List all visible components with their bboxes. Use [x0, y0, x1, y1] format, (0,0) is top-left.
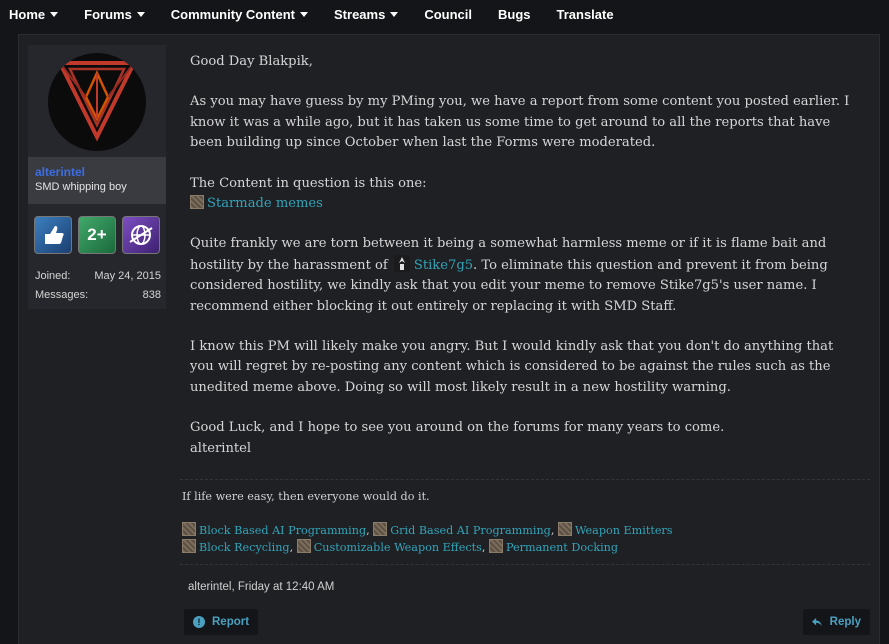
- top-nav: Home Forums Community Content Streams Co…: [0, 0, 889, 28]
- nav-translate[interactable]: Translate: [547, 7, 614, 22]
- signature-links: Block Based AI Programming, Grid Based A…: [182, 522, 842, 556]
- joined-row: Joined: May 24, 2015: [35, 270, 161, 282]
- user-title: SMD whipping boy: [35, 181, 127, 193]
- chevron-down-icon: [300, 12, 309, 17]
- signature-divider: [180, 479, 870, 480]
- content-link-line: Starmade memes: [190, 194, 850, 214]
- sig-link-grid-ai[interactable]: Grid Based AI Programming: [390, 524, 551, 537]
- username-link[interactable]: alterintel: [35, 165, 166, 179]
- reply-button[interactable]: Reply: [803, 609, 870, 635]
- thumbnail-icon: [296, 539, 311, 553]
- thumbnail-icon: [182, 522, 196, 536]
- nav-home[interactable]: Home: [0, 7, 59, 22]
- sig-link-block-recycling[interactable]: Block Recycling: [199, 541, 290, 554]
- sig-link-block-ai[interactable]: Block Based AI Programming: [199, 524, 366, 537]
- planet-trophy-icon[interactable]: [122, 216, 160, 254]
- content-link[interactable]: Starmade memes: [207, 196, 323, 211]
- thumbnail-icon: [190, 195, 204, 210]
- messages-row: Messages: 838: [35, 289, 161, 301]
- signature-links-line-1: Block Based AI Programming, Grid Based A…: [182, 522, 842, 539]
- sig-link-weapon-effects[interactable]: Customizable Weapon Effects: [314, 541, 482, 554]
- reply-icon: [812, 617, 822, 626]
- greeting: Good Day Blakpik,: [190, 54, 313, 69]
- nav-bugs[interactable]: Bugs: [488, 7, 531, 22]
- nav-streams[interactable]: Streams: [324, 7, 399, 22]
- nav-council[interactable]: Council: [414, 7, 472, 22]
- sig-link-permanent-docking[interactable]: Permanent Docking: [506, 541, 618, 554]
- thumbnail-icon: [182, 539, 196, 553]
- signature-quote: If life were easy, then everyone would d…: [182, 490, 430, 503]
- thumbs-up-trophy-icon[interactable]: [34, 216, 72, 254]
- signature-links-line-2: Block Recycling, Customizable Weapon Eff…: [182, 539, 842, 556]
- paragraph-2-intro: The Content in question is this one:: [190, 175, 427, 191]
- user-mention-link[interactable]: Stike7g5: [414, 258, 473, 273]
- paragraph-3: Quite frankly we are torn between it bei…: [190, 236, 828, 314]
- message-body: Good Day Blakpik, As you may have guess …: [190, 52, 850, 459]
- nav-forums[interactable]: Forums: [74, 7, 145, 22]
- user-sidebar: alterintel SMD whipping boy 2+ Joined: M…: [28, 45, 166, 309]
- user-info-box: alterintel SMD whipping boy: [28, 157, 166, 204]
- avatar[interactable]: [48, 53, 146, 151]
- thumbnail-icon: [373, 522, 388, 536]
- trophy-row: 2+: [34, 216, 160, 254]
- report-button[interactable]: ! Report: [184, 609, 259, 635]
- thumbnail-icon: [557, 522, 572, 536]
- paragraph-1: As you may have guess by my PMing you, w…: [190, 94, 850, 151]
- post-meta[interactable]: alterintel, Friday at 12:40 AM: [188, 581, 334, 593]
- sig-link-weapon-emitters[interactable]: Weapon Emitters: [575, 524, 673, 537]
- paragraph-4: I know this PM will likely make you angr…: [190, 339, 834, 395]
- avatar-emblem-icon: [56, 61, 138, 142]
- meta-divider: [180, 564, 870, 565]
- warning-icon: !: [193, 616, 205, 628]
- chevron-down-icon: [136, 12, 145, 17]
- thumbnail-icon: [489, 539, 503, 553]
- paragraph-5: Good Luck, and I hope to see you around …: [190, 420, 725, 436]
- chevron-down-icon: [50, 12, 59, 17]
- level-two-trophy-icon[interactable]: 2+: [78, 216, 116, 254]
- chevron-down-icon: [390, 12, 399, 17]
- nav-community-content[interactable]: Community Content: [161, 7, 309, 22]
- signoff: alterintel: [190, 440, 252, 456]
- user-mention-avatar-icon: [393, 254, 410, 272]
